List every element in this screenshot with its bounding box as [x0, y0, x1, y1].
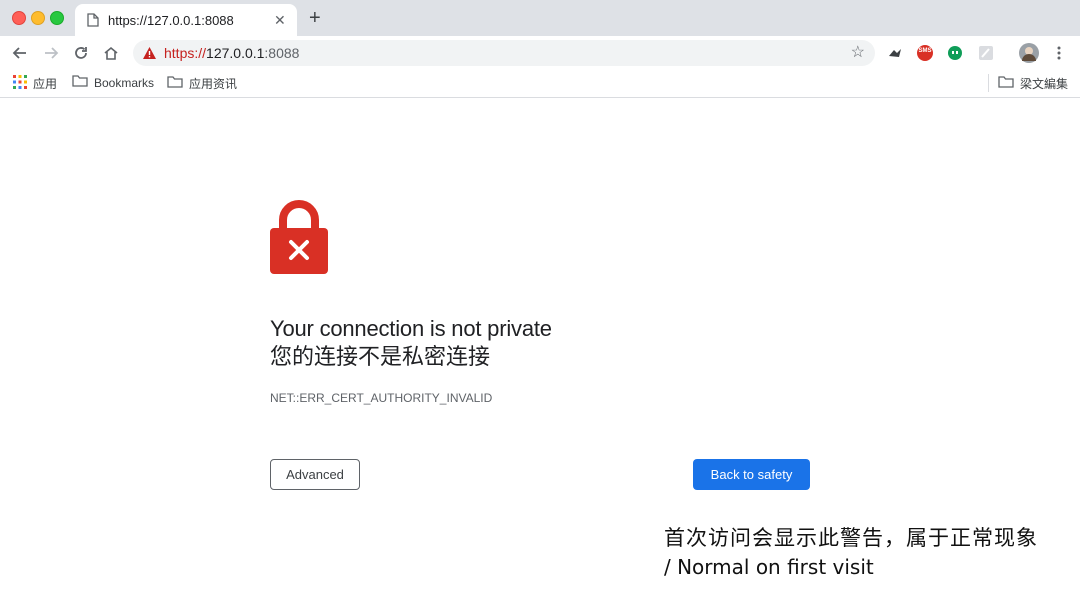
advanced-button[interactable]: Advanced	[270, 459, 360, 490]
sms-label: SMS	[918, 48, 932, 54]
address-bar[interactable]: https://127.0.0.1:8088 ☆	[133, 40, 875, 66]
url-host: 127.0.0.1	[206, 45, 265, 61]
bookmark-label: 应用	[33, 77, 58, 91]
profile-avatar[interactable]	[1019, 43, 1039, 63]
bookmark-label: 梁文編集	[1020, 77, 1069, 91]
page-title: Your connection is not private	[270, 316, 552, 341]
url-port: :8088	[264, 45, 300, 61]
bookmark-apps[interactable]: 应用	[13, 75, 57, 92]
apps-grid-icon	[13, 75, 33, 92]
home-icon[interactable]	[101, 43, 121, 63]
bookmark-label: 应用资讯	[189, 77, 238, 91]
folder-icon	[998, 76, 1020, 91]
folder-icon	[167, 76, 189, 91]
extension-pencil-icon[interactable]	[977, 44, 995, 62]
page-title-cn: 您的连接不是私密连接	[270, 344, 491, 369]
bookmarks-divider	[988, 74, 989, 92]
document-icon	[87, 13, 99, 32]
extension-bird-icon[interactable]	[886, 44, 904, 62]
url-scheme: https://	[164, 45, 207, 61]
window-minimize-button[interactable]	[31, 11, 45, 25]
bookmark-folder-apps-info[interactable]: 应用资讯	[167, 75, 237, 92]
reload-icon[interactable]	[71, 43, 91, 63]
browser-tab[interactable]: https://127.0.0.1:8088 ✕	[75, 4, 297, 36]
bookmark-folder-bookmarks[interactable]: Bookmarks	[72, 75, 154, 90]
folder-icon	[72, 75, 94, 90]
back-to-safety-button[interactable]: Back to safety	[693, 459, 810, 490]
tab-title: https://127.0.0.1:8088	[108, 13, 234, 28]
error-code: NET::ERR_CERT_AUTHORITY_INVALID	[270, 391, 493, 405]
more-menu-icon[interactable]	[1050, 44, 1068, 62]
extension-hangouts-icon[interactable]	[946, 44, 964, 62]
forward-arrow-icon[interactable]	[41, 43, 61, 63]
new-tab-button[interactable]: +	[309, 8, 321, 28]
window-maximize-button[interactable]	[50, 11, 64, 25]
annotation-cn: 首次访问会显示此警告，属于正常现象	[664, 526, 1038, 550]
bookmark-label: Bookmarks	[94, 75, 155, 90]
back-arrow-icon[interactable]	[10, 43, 30, 63]
extension-sms-icon[interactable]: SMS	[916, 44, 934, 62]
bookmarks-bar: 应用 Bookmarks 应用资讯 梁文編集	[0, 69, 1080, 98]
window-close-button[interactable]	[12, 11, 26, 25]
url-text: https://127.0.0.1:8088	[164, 45, 299, 61]
warning-triangle-icon[interactable]	[142, 46, 157, 65]
bookmark-star-icon[interactable]: ☆	[851, 44, 865, 62]
tab-strip: https://127.0.0.1:8088 ✕ +	[0, 0, 1080, 36]
bookmark-folder-other[interactable]: 梁文編集	[998, 75, 1068, 92]
tab-close-icon[interactable]: ✕	[274, 12, 286, 28]
annotation-en: / Normal on first visit	[664, 555, 874, 579]
lock-error-icon	[270, 200, 328, 279]
